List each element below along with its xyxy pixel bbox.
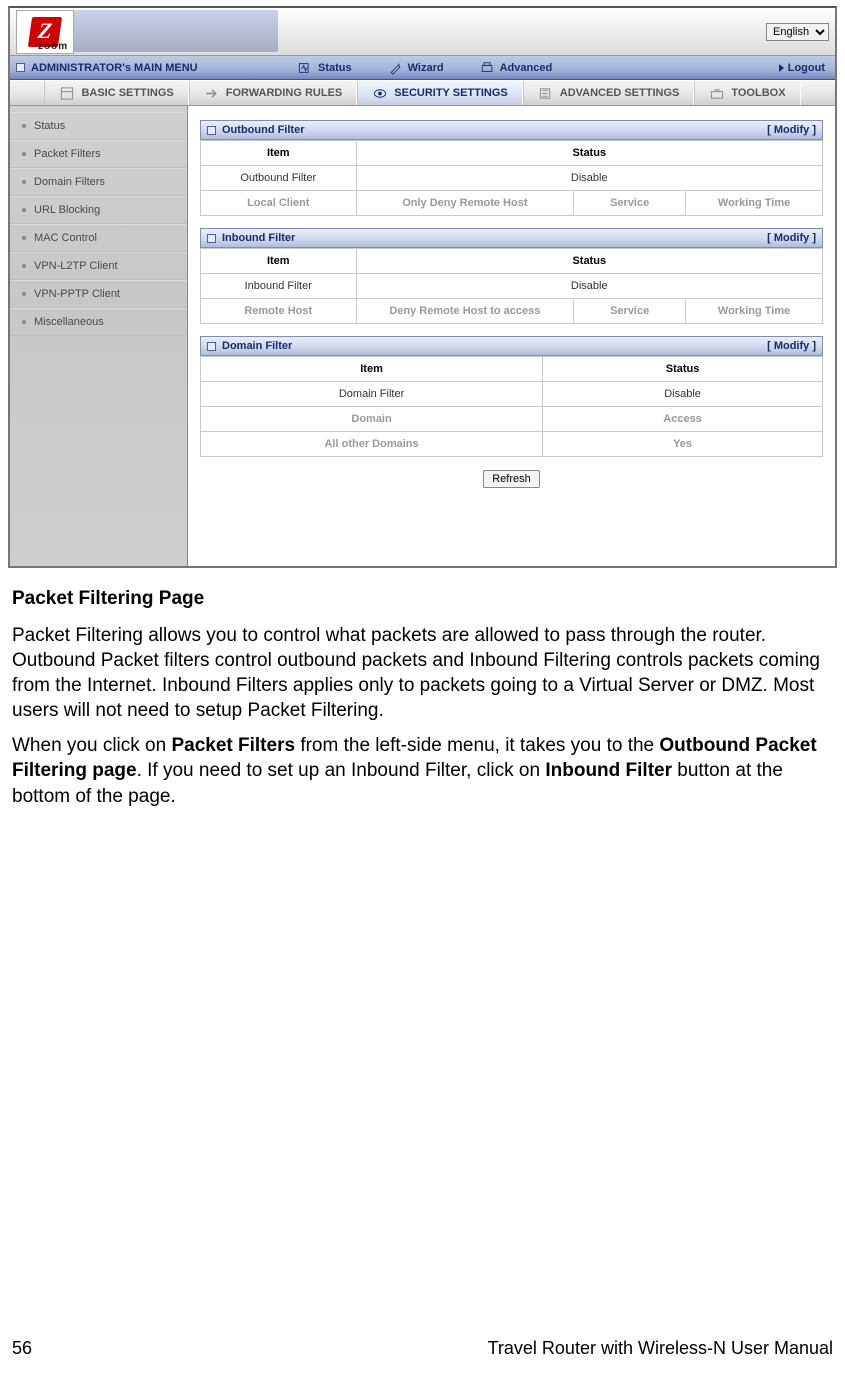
paragraph: Packet Filtering allows you to control w…: [12, 623, 833, 723]
menu-logout[interactable]: Logout: [769, 61, 835, 75]
panel-title: Inbound Filter: [222, 232, 295, 244]
domain-filter-panel: Domain Filter [ Modify ] ItemStatus Domai…: [200, 336, 823, 457]
advanced-settings-icon: [538, 86, 554, 101]
security-icon: [372, 86, 388, 101]
modify-link[interactable]: [ Modify ]: [767, 340, 816, 352]
menu-advanced[interactable]: Advanced: [462, 61, 571, 75]
dim-cell: Only Deny Remote Host: [356, 191, 574, 216]
bullet-icon: [22, 236, 26, 240]
forwarding-icon: [204, 86, 220, 101]
dim-cell: Working Time: [686, 299, 823, 324]
cell-item: Inbound Filter: [201, 274, 357, 299]
page-footer: 56 Travel Router with Wireless-N User Ma…: [8, 1338, 837, 1359]
arrow-right-icon: [779, 64, 784, 72]
dim-cell: Domain: [201, 407, 543, 432]
sub-nav: BASIC SETTINGS FORWARDING RULES SECURITY…: [10, 80, 835, 106]
advanced-icon: [480, 61, 495, 75]
panel-title: Outbound Filter: [222, 124, 304, 136]
sidebar-item-domain-filters[interactable]: Domain Filters: [10, 168, 187, 196]
sidebar-item-status[interactable]: Status: [10, 112, 187, 140]
sub-toolbox[interactable]: TOOLBOX: [694, 81, 800, 105]
dim-cell: Yes: [543, 432, 823, 457]
toolbox-icon: [709, 86, 725, 101]
sub-basic-settings[interactable]: BASIC SETTINGS: [44, 81, 188, 105]
sub-security-settings[interactable]: SECURITY SETTINGS: [357, 81, 522, 105]
basic-settings-icon: [59, 86, 75, 101]
dim-cell: Deny Remote Host to access: [356, 299, 574, 324]
th-item: Item: [201, 141, 357, 166]
paragraph: When you click on Packet Filters from th…: [12, 733, 833, 808]
cell-item: Domain Filter: [201, 382, 543, 407]
dim-cell: Local Client: [201, 191, 357, 216]
dim-cell: Remote Host: [201, 299, 357, 324]
cell-item: Outbound Filter: [201, 166, 357, 191]
cell-status: Disable: [356, 166, 823, 191]
dim-cell: All other Domains: [201, 432, 543, 457]
th-status: Status: [356, 249, 823, 274]
sidebar-item-mac-control[interactable]: MAC Control: [10, 224, 187, 252]
bullet-icon: [22, 124, 26, 128]
manual-text: Packet Filtering Page Packet Filtering a…: [8, 568, 837, 809]
dim-cell: Service: [574, 299, 686, 324]
th-status: Status: [543, 357, 823, 382]
panel-bullet-icon: [207, 234, 216, 243]
cell-status: Disable: [543, 382, 823, 407]
main-menu: ADMINISTRATOR's MAIN MENU Status Wizard …: [10, 56, 835, 80]
sidebar: Status Packet Filters Domain Filters URL…: [10, 106, 188, 566]
menu-status[interactable]: Status: [280, 61, 370, 75]
sub-forwarding-rules[interactable]: FORWARDING RULES: [189, 81, 358, 105]
language-select[interactable]: English: [766, 22, 829, 41]
modify-link[interactable]: [ Modify ]: [767, 232, 816, 244]
bullet-icon: [22, 320, 26, 324]
bullet-icon: [22, 264, 26, 268]
manual-title: Travel Router with Wireless-N User Manua…: [488, 1338, 833, 1359]
dim-cell: Service: [574, 191, 686, 216]
th-item: Item: [201, 357, 543, 382]
sidebar-item-misc[interactable]: Miscellaneous: [10, 308, 187, 336]
sidebar-item-url-blocking[interactable]: URL Blocking: [10, 196, 187, 224]
status-icon: [298, 61, 313, 75]
dim-cell: Working Time: [686, 191, 823, 216]
dim-cell: Access: [543, 407, 823, 432]
title-overlay: [74, 10, 278, 52]
wizard-icon: [388, 61, 403, 75]
panel-title: Domain Filter: [222, 340, 292, 352]
section-heading: Packet Filtering Page: [12, 586, 833, 611]
main-menu-title: ADMINISTRATOR's MAIN MENU: [31, 62, 198, 74]
th-item: Item: [201, 249, 357, 274]
logo-text: zoom: [38, 41, 68, 52]
panel-bullet-icon: [207, 342, 216, 351]
bullet-icon: [22, 180, 26, 184]
panel-bullet-icon: [207, 126, 216, 135]
sidebar-item-vpn-pptp[interactable]: VPN-PPTP Client: [10, 280, 187, 308]
bullet-icon: [22, 292, 26, 296]
page-number: 56: [12, 1338, 32, 1359]
menu-bullet-icon: [16, 63, 25, 72]
refresh-button[interactable]: Refresh: [483, 470, 540, 488]
inbound-filter-panel: Inbound Filter [ Modify ] ItemStatus Inbo…: [200, 228, 823, 324]
cell-status: Disable: [356, 274, 823, 299]
menu-wizard[interactable]: Wizard: [370, 61, 462, 75]
bullet-icon: [22, 152, 26, 156]
modify-link[interactable]: [ Modify ]: [767, 124, 816, 136]
outbound-filter-panel: Outbound Filter [ Modify ] ItemStatus Out…: [200, 120, 823, 216]
router-admin-screenshot: Z zoom English ADMINISTRATOR's MAIN MENU…: [8, 6, 837, 568]
sub-advanced-settings[interactable]: ADVANCED SETTINGS: [523, 81, 695, 105]
sidebar-item-vpn-l2tp[interactable]: VPN-L2TP Client: [10, 252, 187, 280]
sidebar-item-packet-filters[interactable]: Packet Filters: [10, 140, 187, 168]
bullet-icon: [22, 208, 26, 212]
content-area: Outbound Filter[ Modify ] ItemStatus Out…: [188, 106, 835, 566]
th-status: Status: [356, 141, 823, 166]
